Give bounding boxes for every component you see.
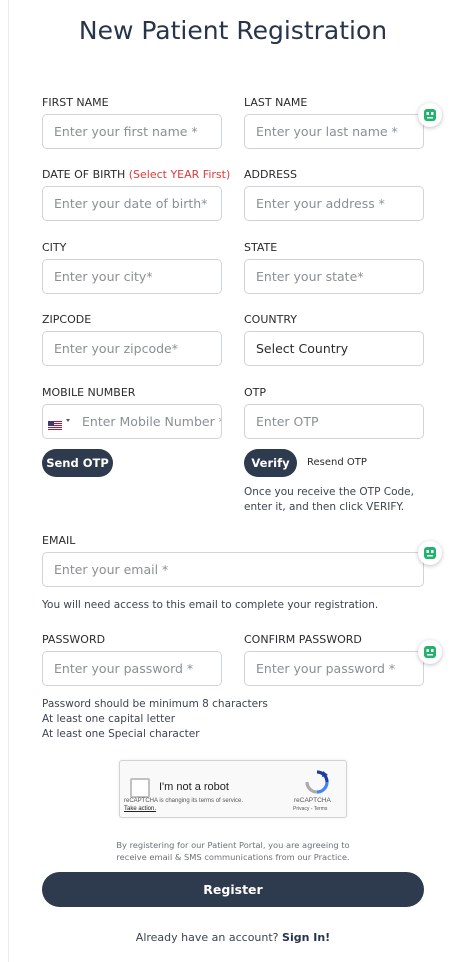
- otp-help-line-1: Once you receive the OTP Code,: [244, 486, 414, 498]
- recaptcha-notice: reCAPTCHA is changing its terms of servi…: [124, 798, 244, 804]
- password-rule: At least one Special character: [42, 728, 200, 740]
- dob-label: DATE OF BIRTH (Select YEAR First): [42, 168, 230, 181]
- recaptcha-widget: I'm not a robot reCAPTCHA is changing it…: [119, 760, 347, 818]
- country-label: COUNTRY: [244, 313, 297, 326]
- dob-input[interactable]: Enter your date of birth*: [42, 186, 222, 221]
- confirm-password-input[interactable]: Enter your password *: [244, 651, 424, 686]
- password-rule: Password should be minimum 8 characters: [42, 698, 268, 710]
- confirm-password-label: CONFIRM PASSWORD: [244, 633, 362, 646]
- mobile-label: MOBILE NUMBER: [42, 386, 136, 399]
- us-flag-icon[interactable]: [48, 417, 62, 430]
- last-name-label: LAST NAME: [244, 96, 308, 109]
- recaptcha-privacy-link[interactable]: Privacy: [293, 806, 309, 812]
- signin-prompt: Already have an account?: [135, 931, 279, 944]
- email-help: You will need access to this email to co…: [42, 599, 379, 611]
- state-label: STATE: [244, 241, 278, 254]
- first-name-label: FIRST NAME: [42, 96, 109, 109]
- consent-line-2: receive email & SMS communications from …: [116, 852, 350, 862]
- consent-line-1: By registering for our Patient Portal, y…: [116, 840, 350, 850]
- recaptcha-take-action-link[interactable]: Take action.: [124, 806, 156, 812]
- first-name-input[interactable]: Enter your first name *: [42, 114, 222, 149]
- signin-row: Already have an account? Sign In!: [0, 931, 458, 944]
- password-input[interactable]: Enter your password *: [42, 651, 222, 686]
- zipcode-input[interactable]: Enter your zipcode*: [42, 331, 222, 366]
- recaptcha-checkbox[interactable]: [130, 778, 150, 798]
- address-input[interactable]: Enter your address *: [244, 186, 424, 221]
- autofill-bot-icon[interactable]: [418, 103, 442, 127]
- dob-hint: (Select YEAR First): [128, 168, 231, 181]
- signin-link[interactable]: Sign In!: [282, 931, 330, 944]
- otp-input[interactable]: Enter OTP: [244, 404, 424, 439]
- last-name-input[interactable]: Enter your last name *: [244, 114, 424, 149]
- country-code-chevron-icon[interactable]: [66, 419, 70, 422]
- verify-button[interactable]: Verify: [244, 449, 297, 477]
- autofill-bot-icon[interactable]: [418, 541, 442, 565]
- resend-otp-link[interactable]: Resend OTP: [307, 457, 367, 468]
- password-label: PASSWORD: [42, 633, 106, 646]
- page-left-border: [8, 0, 9, 962]
- password-rule: At least one capital letter: [42, 713, 176, 725]
- otp-help: Once you receive the OTP Code, enter it,…: [244, 485, 414, 515]
- city-input[interactable]: Enter your city*: [42, 259, 222, 294]
- recaptcha-privacy-terms: Privacy - Terms: [293, 806, 328, 812]
- country-select[interactable]: Select Country: [244, 331, 424, 366]
- email-input[interactable]: Enter your email *: [42, 552, 424, 587]
- otp-help-line-2: enter it, and then click VERIFY.: [244, 501, 405, 513]
- recaptcha-logo-icon: [304, 769, 330, 795]
- recaptcha-label: I'm not a robot: [159, 781, 229, 793]
- password-rules: Password should be minimum 8 characters …: [42, 697, 268, 742]
- recaptcha-brand: reCAPTCHA: [294, 797, 331, 804]
- consent-text: By registering for our Patient Portal, y…: [0, 839, 458, 863]
- state-input[interactable]: Enter your state*: [244, 259, 424, 294]
- otp-label: OTP: [244, 386, 267, 399]
- dob-label-text: DATE OF BIRTH: [42, 168, 126, 181]
- send-otp-button[interactable]: Send OTP: [42, 449, 113, 477]
- zipcode-label: ZIPCODE: [42, 313, 92, 326]
- recaptcha-terms-link[interactable]: Terms: [314, 806, 328, 812]
- autofill-bot-icon[interactable]: [418, 640, 442, 664]
- email-label: EMAIL: [42, 534, 76, 547]
- address-label: ADDRESS: [244, 168, 298, 181]
- city-label: CITY: [42, 241, 67, 254]
- register-button[interactable]: Register: [42, 872, 424, 907]
- page-title: New Patient Registration: [78, 16, 388, 45]
